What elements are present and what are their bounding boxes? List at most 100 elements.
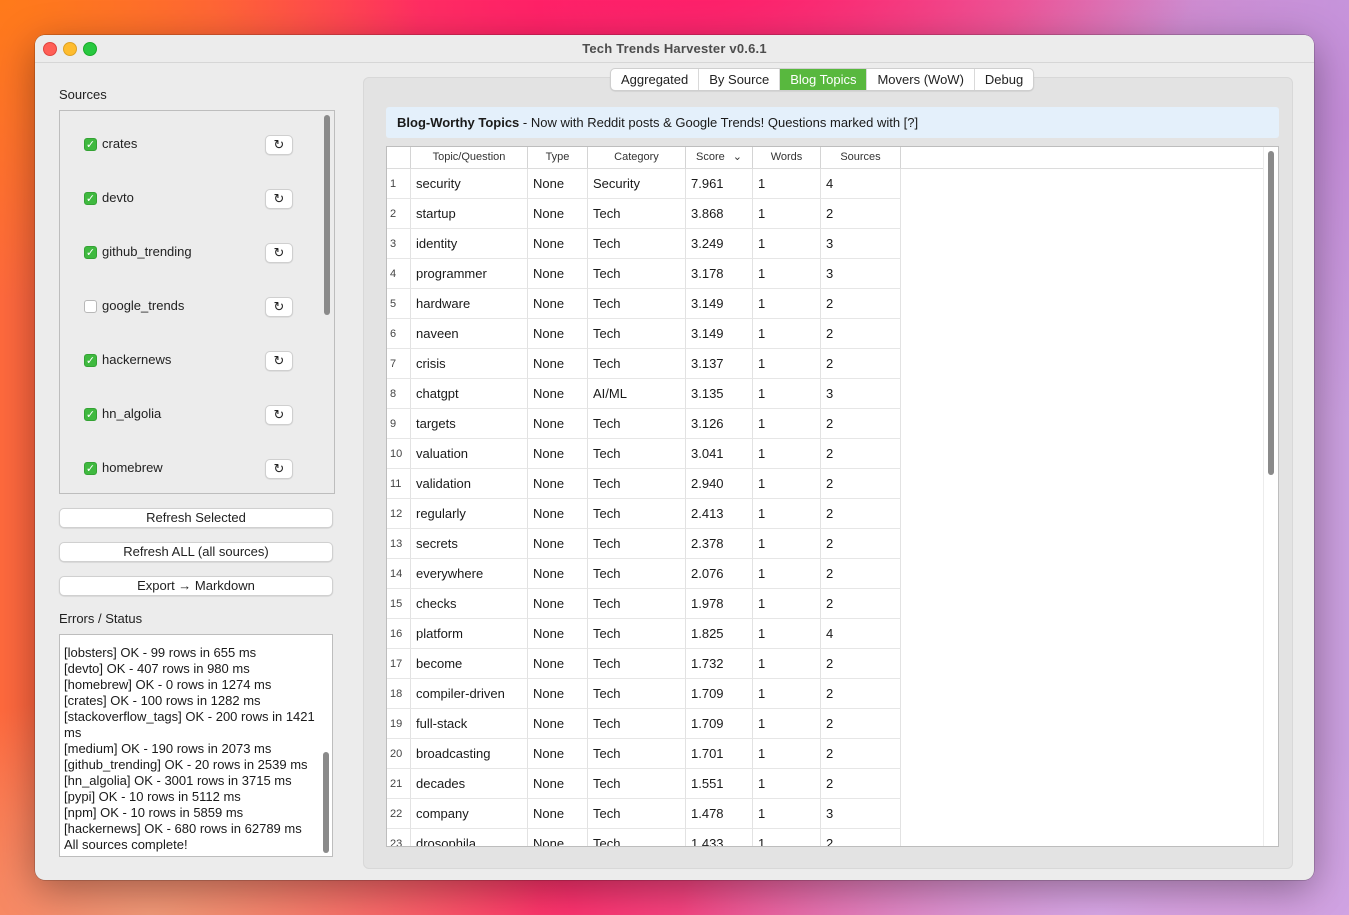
column-header-topic-question[interactable]: Topic/Question	[411, 147, 528, 168]
table-row[interactable]: 19 full-stack None Tech 1.709 1 2	[387, 709, 901, 739]
source-label[interactable]: crates	[102, 136, 137, 151]
source-label[interactable]: github_trending	[102, 244, 192, 259]
close-window-button[interactable]	[43, 42, 57, 56]
table-row[interactable]: 3 identity None Tech 3.249 1 3	[387, 229, 901, 259]
refresh-selected-button[interactable]: Refresh Selected	[59, 508, 333, 528]
table-row[interactable]: 7 crisis None Tech 3.137 1 2	[387, 349, 901, 379]
source-row-github-trending: ✓ github_trending ↻	[84, 243, 314, 265]
cell-sources: 2	[821, 739, 901, 769]
table-row[interactable]: 14 everywhere None Tech 2.076 1 2	[387, 559, 901, 589]
column-header-category[interactable]: Category	[588, 147, 686, 168]
cell-score: 1.978	[686, 589, 753, 619]
table-row[interactable]: 13 secrets None Tech 2.378 1 2	[387, 529, 901, 559]
cell-topic-question: validation	[411, 469, 528, 499]
source-label[interactable]: hn_algolia	[102, 406, 161, 421]
cell-sources: 2	[821, 439, 901, 469]
table-row[interactable]: 9 targets None Tech 3.126 1 2	[387, 409, 901, 439]
cell-category: Tech	[588, 619, 686, 649]
source-label[interactable]: hackernews	[102, 352, 171, 367]
table-row[interactable]: 16 platform None Tech 1.825 1 4	[387, 619, 901, 649]
table-row[interactable]: 8 chatgpt None AI/ML 3.135 1 3	[387, 379, 901, 409]
column-header-words[interactable]: Words	[753, 147, 821, 168]
minimize-window-button[interactable]	[63, 42, 77, 56]
source-checkbox[interactable]: ✓	[84, 246, 97, 259]
sources-label: Sources	[59, 87, 107, 102]
column-header-type[interactable]: Type	[528, 147, 588, 168]
refresh-icon[interactable]: ↻	[265, 459, 293, 479]
source-checkbox[interactable]: ✓	[84, 192, 97, 205]
tab-debug[interactable]: Debug	[973, 69, 1033, 90]
table-row[interactable]: 11 validation None Tech 2.940 1 2	[387, 469, 901, 499]
source-label[interactable]: google_trends	[102, 298, 184, 313]
cell-category: Security	[588, 169, 686, 199]
row-number: 5	[387, 289, 411, 319]
refresh-icon[interactable]: ↻	[265, 243, 293, 263]
table-row[interactable]: 15 checks None Tech 1.978 1 2	[387, 589, 901, 619]
refresh-icon[interactable]: ↻	[265, 405, 293, 425]
column-header-label: Category	[614, 151, 659, 163]
cell-type: None	[528, 169, 588, 199]
cell-words: 1	[753, 379, 821, 409]
tab-bar: Aggregated By Source Blog Topics Movers (Wo…	[610, 68, 1035, 91]
status-line: [lobsters] OK - 99 rows in 655 ms	[64, 645, 257, 660]
table-row[interactable]: 23 drosophila None Tech 1.433 1 2	[387, 829, 901, 846]
table-scrollbar-thumb[interactable]	[1268, 151, 1274, 475]
tab-by-source[interactable]: By Source	[698, 69, 779, 90]
column-header-score[interactable]: Score ⌄	[686, 147, 753, 168]
table-row[interactable]: 18 compiler-driven None Tech 1.709 1 2	[387, 679, 901, 709]
cell-type: None	[528, 439, 588, 469]
table-row[interactable]: 10 valuation None Tech 3.041 1 2	[387, 439, 901, 469]
cell-type: None	[528, 349, 588, 379]
status-scrollbar[interactable]	[323, 752, 329, 853]
source-label[interactable]: homebrew	[102, 460, 163, 475]
window-title: Tech Trends Harvester v0.6.1	[582, 41, 767, 56]
cell-words: 1	[753, 259, 821, 289]
status-log[interactable]: [lobsters] OK - 99 rows in 655 ms [devto]…	[59, 634, 333, 857]
table-row[interactable]: 5 hardware None Tech 3.149 1 2	[387, 289, 901, 319]
cell-score: 3.149	[686, 289, 753, 319]
refresh-icon[interactable]: ↻	[265, 351, 293, 371]
refresh-icon[interactable]: ↻	[265, 135, 293, 155]
source-checkbox[interactable]: ✓	[84, 354, 97, 367]
export-markdown-button[interactable]: Export → Markdown	[59, 576, 333, 596]
row-number: 11	[387, 469, 411, 499]
cell-sources: 2	[821, 319, 901, 349]
refresh-icon[interactable]: ↻	[265, 189, 293, 209]
cell-score: 2.378	[686, 529, 753, 559]
cell-score: 1.709	[686, 709, 753, 739]
cell-type: None	[528, 289, 588, 319]
refresh-all-button[interactable]: Refresh ALL (all sources)	[59, 542, 333, 562]
source-checkbox[interactable]: ✓	[84, 138, 97, 151]
row-number: 3	[387, 229, 411, 259]
source-checkbox[interactable]: ✓	[84, 408, 97, 421]
table-row[interactable]: 2 startup None Tech 3.868 1 2	[387, 199, 901, 229]
table-row[interactable]: 17 become None Tech 1.732 1 2	[387, 649, 901, 679]
source-checkbox[interactable]	[84, 300, 97, 313]
cell-type: None	[528, 529, 588, 559]
cell-type: None	[528, 379, 588, 409]
table-row[interactable]: 22 company None Tech 1.478 1 3	[387, 799, 901, 829]
tab-aggregated[interactable]: Aggregated	[611, 69, 698, 90]
cell-sources: 4	[821, 169, 901, 199]
cell-sources: 3	[821, 379, 901, 409]
row-number: 4	[387, 259, 411, 289]
maximize-window-button[interactable]	[83, 42, 97, 56]
source-label[interactable]: devto	[102, 190, 134, 205]
tab-movers-wow[interactable]: Movers (WoW)	[866, 69, 973, 90]
table-row[interactable]: 1 security None Security 7.961 1 4	[387, 169, 901, 199]
table-scrollbar-track[interactable]	[1263, 147, 1278, 846]
status-line: [crates] OK - 100 rows in 1282 ms	[64, 693, 261, 708]
column-header-sources[interactable]: Sources	[821, 147, 901, 168]
table-row[interactable]: 21 decades None Tech 1.551 1 2	[387, 769, 901, 799]
table-row[interactable]: 20 broadcasting None Tech 1.701 1 2	[387, 739, 901, 769]
source-row-crates: ✓ crates ↻	[84, 135, 314, 157]
table-row[interactable]: 12 regularly None Tech 2.413 1 2	[387, 499, 901, 529]
app-window: Tech Trends Harvester v0.6.1 Sources ✓ cr…	[35, 35, 1314, 880]
sources-scrollbar[interactable]	[324, 115, 330, 315]
tab-blog-topics[interactable]: Blog Topics	[779, 69, 867, 90]
source-checkbox[interactable]: ✓	[84, 462, 97, 475]
table-row[interactable]: 4 programmer None Tech 3.178 1 3	[387, 259, 901, 289]
cell-topic-question: everywhere	[411, 559, 528, 589]
table-row[interactable]: 6 naveen None Tech 3.149 1 2	[387, 319, 901, 349]
refresh-icon[interactable]: ↻	[265, 297, 293, 317]
